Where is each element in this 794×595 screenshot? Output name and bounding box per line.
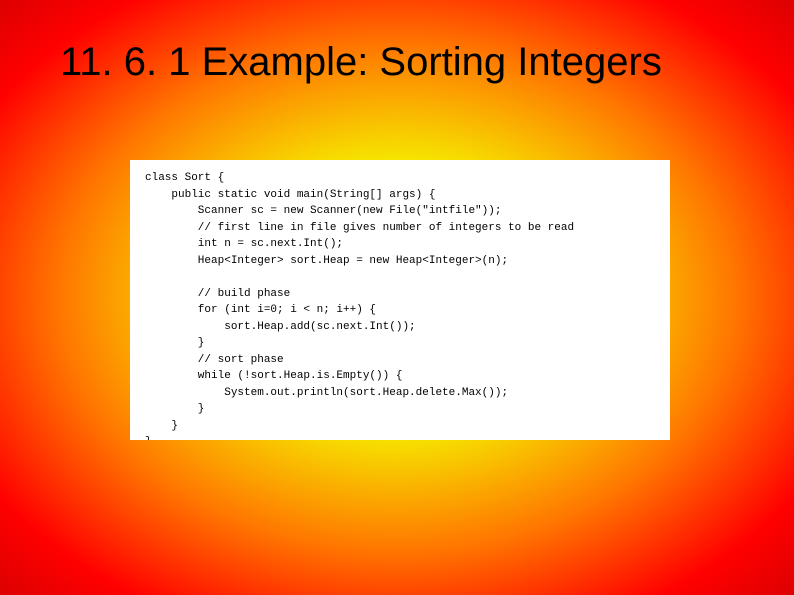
code-line: class Sort { xyxy=(145,172,224,184)
code-line: } xyxy=(145,403,204,415)
code-line: // build phase xyxy=(145,288,290,300)
code-line: sort.Heap.add(sc.next.Int()); xyxy=(145,321,416,333)
code-line: int n = sc.next.Int(); xyxy=(145,238,343,250)
code-line: } xyxy=(145,436,152,440)
code-line: // first line in file gives number of in… xyxy=(145,222,574,234)
code-line: Scanner sc = new Scanner(new File("intfi… xyxy=(145,205,501,217)
code-line: // sort phase xyxy=(145,354,284,366)
code-line: System.out.println(sort.Heap.delete.Max(… xyxy=(145,387,508,399)
code-line: Heap<Integer> sort.Heap = new Heap<Integ… xyxy=(145,255,508,267)
slide-title: 11. 6. 1 Example: Sorting Integers xyxy=(60,40,662,85)
code-line: public static void main(String[] args) { xyxy=(145,189,435,201)
code-line: } xyxy=(145,337,204,349)
code-block: class Sort { public static void main(Str… xyxy=(130,160,670,440)
slide-container: 11. 6. 1 Example: Sorting Integers class… xyxy=(0,0,794,595)
code-line: } xyxy=(145,420,178,432)
code-line: for (int i=0; i < n; i++) { xyxy=(145,304,376,316)
code-line: while (!sort.Heap.is.Empty()) { xyxy=(145,370,402,382)
